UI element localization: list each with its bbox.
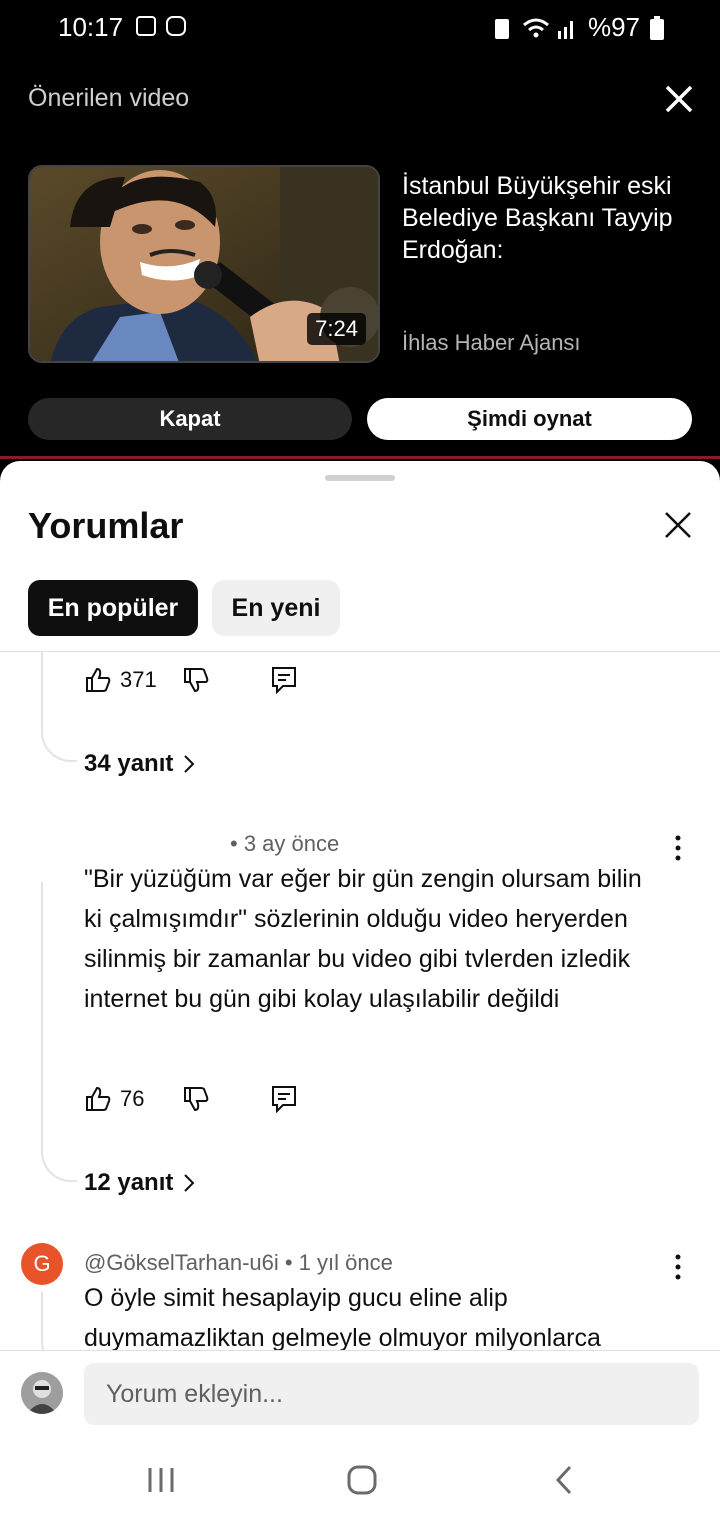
replies-toggle[interactable]: 34 yanıt (84, 750, 195, 778)
chevron-right-icon (184, 755, 195, 773)
comment-text: "Bir yüzüğüm var eğer bir gün zengin olu… (84, 865, 642, 1013)
input-divider (0, 1350, 720, 1351)
recommended-video-title[interactable]: İstanbul Büyükşehir eski Belediye Başkan… (402, 170, 702, 266)
comment-meta: • 3 ay önce (230, 831, 340, 856)
thread-line (41, 652, 77, 762)
user-avatar-image (21, 1372, 63, 1414)
comment-input[interactable]: Yorum ekleyin... (84, 1363, 699, 1425)
recent-apps-icon[interactable] (146, 1466, 176, 1494)
dismiss-button[interactable]: Kapat (28, 398, 352, 440)
video-thumbnail[interactable]: 7:24 (28, 165, 380, 363)
replies-count: 12 yanıt (84, 1169, 174, 1196)
avatar[interactable]: G (21, 1243, 63, 1285)
instagram-icon (166, 16, 186, 36)
chip-top-comments[interactable]: En popüler (28, 580, 198, 636)
wifi-signal-icon (522, 18, 573, 39)
like-button[interactable]: 76 (84, 1085, 144, 1113)
reply-icon[interactable] (271, 666, 297, 694)
progress-divider (0, 456, 720, 459)
thumb-down-icon[interactable] (182, 1085, 210, 1113)
comment-list[interactable]: 371 34 yanıt • 3 ay önce "Bir yüzüğüm va… (0, 652, 720, 1350)
recommended-channel-name[interactable]: İhlas Haber Ajansı (402, 330, 581, 356)
battery-icon (650, 15, 664, 40)
recommended-header: Önerilen video (28, 84, 190, 112)
like-count: 371 (120, 667, 157, 692)
like-button[interactable]: 371 (84, 666, 157, 694)
like-count: 76 (120, 1086, 145, 1111)
thumb-up-icon (86, 667, 111, 692)
more-options-icon[interactable] (668, 833, 688, 863)
gallery-icon (136, 16, 156, 36)
replies-toggle[interactable]: 12 yanıt (84, 1169, 195, 1197)
battery-saver-icon (494, 18, 509, 39)
chevron-right-icon (184, 1174, 195, 1192)
chip-newest[interactable]: En yeni (212, 580, 340, 636)
status-bar: 10:17 %97 (0, 0, 720, 56)
battery-percent: %97 (587, 12, 640, 42)
notification-icons (136, 16, 186, 36)
replies-count: 34 yanıt (84, 750, 174, 777)
status-time: 10:17 (58, 12, 124, 42)
video-duration: 7:24 (307, 313, 366, 345)
thread-line (41, 882, 77, 1182)
comment-text: O öyle simit hesaplayip gucu eline alip … (84, 1284, 601, 1350)
back-icon[interactable] (552, 1464, 576, 1496)
system-nav-bar (0, 1450, 720, 1520)
home-icon[interactable] (346, 1464, 378, 1496)
thumb-up-icon (86, 1086, 111, 1111)
comments-sheet: Yorumlar En popüler En yeni 371 34 yanıt… (0, 461, 720, 1520)
close-icon[interactable] (662, 509, 694, 541)
play-now-button[interactable]: Şimdi oynat (367, 398, 692, 440)
comment-meta: @GökselTarhan-u6i • 1 yıl önce (84, 1250, 393, 1275)
status-right: %97 (492, 12, 664, 43)
close-icon[interactable] (662, 82, 696, 116)
drag-handle[interactable] (325, 475, 395, 481)
thumb-down-icon[interactable] (182, 666, 210, 694)
thread-line (41, 1292, 77, 1350)
comments-title: Yorumlar (28, 505, 184, 546)
reply-icon[interactable] (271, 1085, 297, 1113)
avatar[interactable] (21, 1372, 63, 1414)
